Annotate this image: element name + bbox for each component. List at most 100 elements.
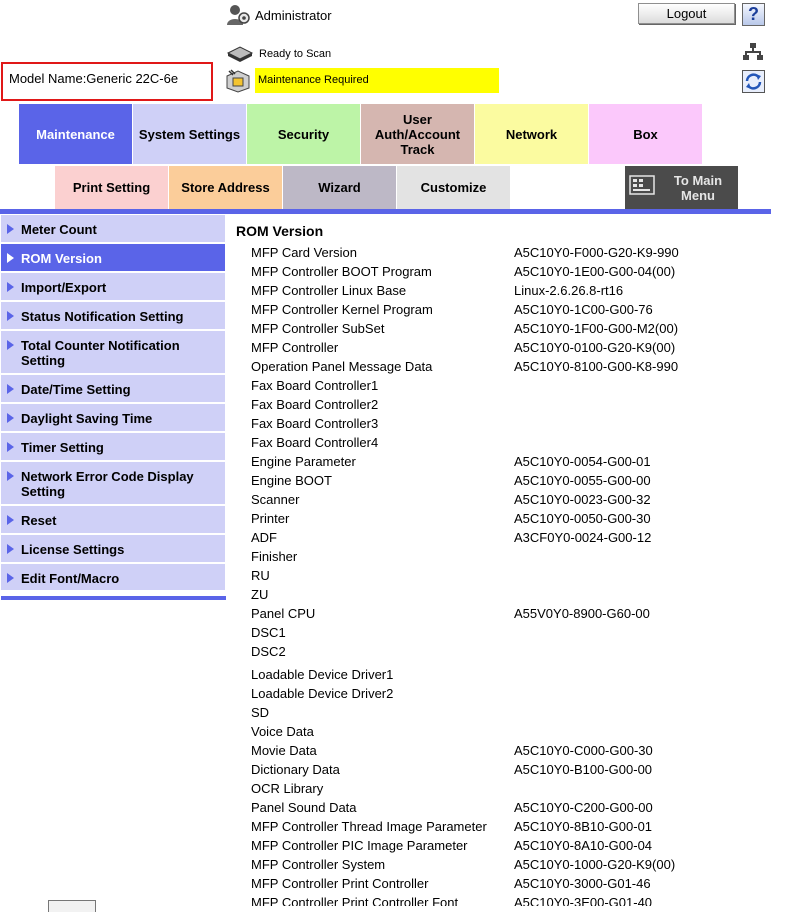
sidebar-item-network-error-code-display-setting[interactable]: Network Error Code Display Setting — [1, 462, 225, 506]
sidebar-item-daylight-saving-time[interactable]: Daylight Saving Time — [1, 404, 225, 433]
rom-item-name: MFP Controller PIC Image Parameter — [251, 838, 468, 853]
rom-item-name: Fax Board Controller3 — [251, 416, 379, 431]
help-button[interactable]: ? — [742, 3, 765, 26]
rom-row: MFP Controller A5C10Y0-0100-G20-K9(00) — [251, 338, 675, 357]
tab-wizard[interactable]: Wizard — [283, 166, 396, 209]
rom-item-name: DSC2 — [251, 644, 286, 659]
refresh-icon[interactable] — [742, 70, 765, 93]
sidebar-item-label: Total Counter Notification Setting — [21, 338, 180, 368]
tab-customize[interactable]: Customize — [397, 166, 510, 209]
rom-item-name: ADF — [251, 530, 277, 545]
tab-system-settings[interactable]: System Settings — [133, 104, 246, 164]
rom-item-version: A5C10Y0-1000-G20-K9(00) — [514, 857, 676, 872]
scan-status: Ready to Scan — [226, 44, 331, 64]
rom-row: DSC2 — [251, 642, 514, 661]
rom-item-name: Loadable Device Driver2 — [251, 686, 394, 701]
rom-row: Panel CPU A55V0Y0-8900-G60-00 — [251, 604, 650, 623]
sidebar-item-label: Edit Font/Macro — [21, 571, 120, 586]
sidebar-item-date-time-setting[interactable]: Date/Time Setting — [1, 375, 225, 404]
sidebar-item-label: License Settings — [21, 542, 125, 557]
to-main-menu-button[interactable]: To Main Menu — [625, 166, 738, 209]
rom-row: MFP Controller PIC Image Parameter A5C10Y… — [251, 836, 652, 855]
tab-print-setting[interactable]: Print Setting — [55, 166, 168, 209]
rom-row: MFP Controller Kernel Program A5C10Y0-1C0… — [251, 300, 653, 319]
rom-item-name: Finisher — [251, 549, 298, 564]
tab-box[interactable]: Box — [589, 104, 702, 164]
rom-item-version: A5C10Y0-0100-G20-K9(00) — [514, 340, 676, 355]
rom-item-name: RU — [251, 568, 270, 583]
rom-row: Dictionary Data A5C10Y0-B100-G00-00 — [251, 760, 652, 779]
logout-button[interactable]: Logout — [638, 3, 735, 24]
arrow-right-icon — [7, 384, 14, 394]
rom-item-version: A5C10Y0-8B10-G00-01 — [514, 819, 653, 834]
arrow-right-icon — [7, 515, 14, 525]
rom-item-name: Dictionary Data — [251, 762, 340, 777]
rom-row: Movie Data A5C10Y0-C000-G00-30 — [251, 741, 653, 760]
rom-item-name: Movie Data — [251, 743, 317, 758]
sidebar-item-import-export[interactable]: Import/Export — [1, 273, 225, 302]
rom-row: Voice Data — [251, 722, 514, 741]
rom-row: Panel Sound Data A5C10Y0-C200-G00-00 — [251, 798, 653, 817]
tab-store-address[interactable]: Store Address — [169, 166, 282, 209]
sidebar-item-label: Network Error Code Display Setting — [21, 469, 194, 499]
rom-item-name: ZU — [251, 587, 269, 602]
rom-item-name: Voice Data — [251, 724, 314, 739]
maintenance-icon — [226, 69, 250, 93]
tab-user-auth-account-track[interactable]: User Auth/Account Track — [361, 104, 474, 164]
rom-row: MFP Controller System A5C10Y0-1000-G20-K9… — [251, 855, 675, 874]
rom-row: MFP Controller Print Controller A5C10Y0-3… — [251, 874, 651, 893]
sidebar-item-label: Import/Export — [21, 280, 107, 295]
sidebar-item-label: Meter Count — [21, 222, 97, 237]
arrow-right-icon — [7, 544, 14, 554]
tab-security[interactable]: Security — [247, 104, 360, 164]
user-info: Administrator — [226, 2, 332, 28]
back-button[interactable] — [48, 900, 96, 912]
rom-item-name: Fax Board Controller2 — [251, 397, 379, 412]
arrow-right-icon — [7, 224, 14, 234]
rom-item-name: Fax Board Controller4 — [251, 435, 379, 450]
sidebar-item-label: Timer Setting — [21, 440, 104, 455]
tab-underline — [0, 209, 771, 214]
sidebar-item-license-settings[interactable]: License Settings — [1, 535, 225, 564]
page-title: ROM Version — [236, 223, 324, 239]
sidebar-item-total-counter-notification-setting[interactable]: Total Counter Notification Setting — [1, 331, 225, 375]
maintenance-status-text: Maintenance Required — [255, 68, 499, 93]
rom-row: Finisher — [251, 547, 514, 566]
rom-row: Engine BOOT A5C10Y0-0055-G00-00 — [251, 471, 651, 490]
rom-row: OCR Library — [251, 779, 514, 798]
network-icon[interactable] — [743, 43, 763, 61]
sidebar-item-timer-setting[interactable]: Timer Setting — [1, 433, 225, 462]
user-label: Administrator — [255, 7, 332, 23]
rom-item-name: Scanner — [251, 492, 300, 507]
rom-item-version: Linux-2.6.26.8-rt16 — [514, 283, 624, 298]
rom-item-version: A55V0Y0-8900-G60-00 — [514, 606, 650, 621]
rom-item-version: A5C10Y0-3000-G01-46 — [514, 876, 651, 891]
sidebar-item-label: Daylight Saving Time — [21, 411, 153, 426]
rom-row: SD — [251, 703, 514, 722]
rom-item-name: Loadable Device Driver1 — [251, 667, 394, 682]
sidebar-item-edit-font-macro[interactable]: Edit Font/Macro — [1, 564, 225, 592]
rom-item-name: Panel Sound Data — [251, 800, 357, 815]
arrow-right-icon — [7, 311, 14, 321]
rom-item-name: Engine BOOT — [251, 473, 332, 488]
tab-maintenance[interactable]: Maintenance — [19, 104, 132, 164]
scan-status-text: Ready to Scan — [259, 48, 332, 60]
sidebar: Meter Count ROM Version Import/Export St… — [1, 215, 225, 592]
rom-item-version: A5C10Y0-1E00-G00-04(00) — [514, 264, 676, 279]
sidebar-item-status-notification-setting[interactable]: Status Notification Setting — [1, 302, 225, 331]
rom-item-name: MFP Controller Print Controller — [251, 876, 429, 891]
rom-item-name: OCR Library — [251, 781, 324, 796]
arrow-right-icon — [7, 442, 14, 452]
sidebar-item-reset[interactable]: Reset — [1, 506, 225, 535]
user-icon — [227, 5, 250, 25]
rom-item-name: Operation Panel Message Data — [251, 359, 433, 374]
rom-row: RU — [251, 566, 514, 585]
scanner-icon — [226, 46, 254, 62]
sidebar-item-meter-count[interactable]: Meter Count — [1, 215, 225, 244]
rom-item-version: A5C10Y0-0055-G00-00 — [514, 473, 651, 488]
sidebar-item-rom-version[interactable]: ROM Version — [1, 244, 225, 273]
rom-row: Fax Board Controller2 — [251, 395, 514, 414]
rom-item-name: MFP Card Version — [251, 245, 357, 260]
rom-row: MFP Controller Print Controller Font A5C1… — [251, 893, 652, 906]
tab-network[interactable]: Network — [475, 104, 588, 164]
